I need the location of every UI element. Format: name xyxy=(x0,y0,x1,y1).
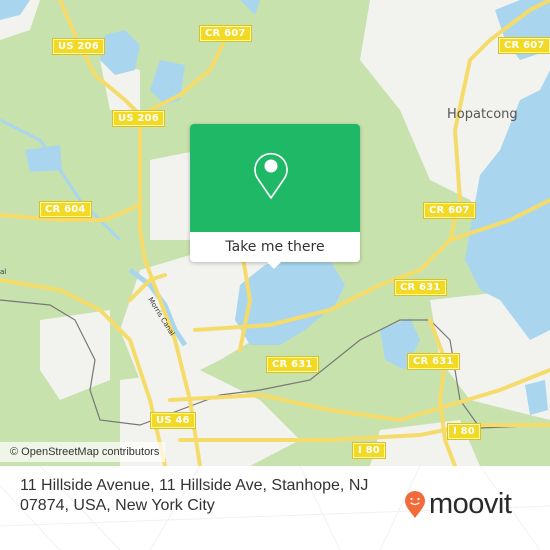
water-label-canal: al xyxy=(0,268,7,276)
road-shield-cr607: CR 607 xyxy=(498,37,550,54)
road-shield-us206: US 206 xyxy=(52,38,105,55)
map-attribution[interactable]: © OpenStreetMap contributors xyxy=(0,442,166,462)
road-shield-cr607: CR 607 xyxy=(423,202,476,219)
road-shield-us46: US 46 xyxy=(150,412,196,429)
road-shield-us206: US 206 xyxy=(112,110,165,127)
place-label-hopatcong: Hopatcong xyxy=(447,107,518,122)
moovit-pin-icon xyxy=(405,490,425,518)
road-shield-cr631: CR 631 xyxy=(394,279,447,296)
road-shield-cr631: CR 631 xyxy=(266,356,319,373)
footer: 11 Hillside Avenue, 11 Hillside Ave, Sta… xyxy=(0,466,550,550)
road-shield-cr604: CR 604 xyxy=(39,201,92,218)
road-shield-cr607: CR 607 xyxy=(199,25,252,42)
road-shield-i80: I 80 xyxy=(447,423,481,440)
road-shield-cr631: CR 631 xyxy=(407,353,460,370)
moovit-logo[interactable]: moovit xyxy=(404,488,512,521)
destination-popup: Take me there xyxy=(190,124,360,269)
road-shield-i80: I 80 xyxy=(352,442,386,459)
address-text: 11 Hillside Avenue, 11 Hillside Ave, Sta… xyxy=(20,477,369,514)
popup-header xyxy=(190,124,360,232)
popup-pointer xyxy=(266,261,282,269)
map-view[interactable]: US 206 US 206 CR 607 CR 607 CR 607 CR 60… xyxy=(0,0,550,466)
take-me-there-button[interactable]: Take me there xyxy=(190,232,360,262)
moovit-wordmark: moovit xyxy=(429,488,512,520)
location-pin-icon xyxy=(254,152,288,199)
